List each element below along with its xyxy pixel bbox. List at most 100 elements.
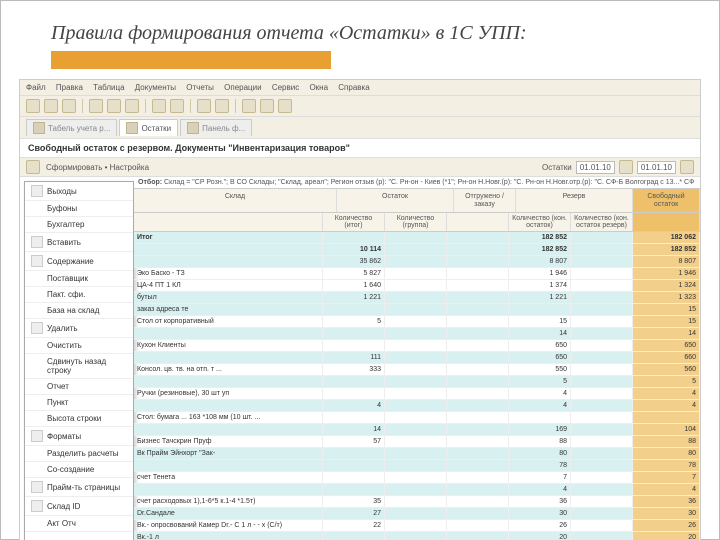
ctx-item[interactable]: Форматы — [25, 427, 133, 446]
zoom-icon[interactable] — [215, 99, 229, 113]
table-row[interactable]: бутыл1 2211 2211 323 — [134, 292, 700, 304]
menubar[interactable]: Файл Правка Таблица Документы Отчеты Опе… — [20, 80, 700, 96]
ctx-item[interactable]: Высота строки — [25, 411, 133, 427]
ctx-item[interactable]: Очистить — [25, 338, 133, 354]
ctx-item-label: Буфоны — [47, 204, 77, 213]
table-row[interactable]: Вк.-1 л2020 — [134, 532, 700, 540]
menu-ops[interactable]: Операции — [224, 83, 261, 92]
calendar-icon[interactable] — [680, 160, 694, 174]
menu-edit[interactable]: Правка — [56, 83, 83, 92]
ctx-item[interactable]: Удалить — [25, 319, 133, 338]
menu-service[interactable]: Сервис — [272, 83, 299, 92]
ctx-item-label: Пункт — [47, 398, 68, 407]
table-row[interactable]: заказ адреса те15 — [134, 304, 700, 316]
ctx-item[interactable]: Со-создание — [25, 462, 133, 478]
table-row[interactable]: Ручки (резиновые), 30 шт уп44 — [134, 388, 700, 400]
tab-icon — [33, 122, 45, 134]
ctx-item-label: Высота строки — [47, 414, 101, 423]
table-row[interactable]: 444 — [134, 400, 700, 412]
grid-rows: Итог182 852182 06210 114182 852182 85235… — [134, 232, 700, 540]
ctx-item[interactable]: Бухгалтер — [25, 217, 133, 233]
tab-1[interactable]: Остатки — [119, 119, 178, 136]
ctx-item[interactable]: Вставить — [25, 233, 133, 252]
menu-help[interactable]: Справка — [338, 83, 369, 92]
table-row[interactable]: Кухон Клиенты650650 — [134, 340, 700, 352]
table-row[interactable]: счет Тенета77 — [134, 472, 700, 484]
new-icon[interactable] — [26, 99, 40, 113]
save-icon[interactable] — [62, 99, 76, 113]
ctx-item[interactable]: Содержание — [25, 252, 133, 271]
ctx-item-label: Поставщик — [47, 274, 88, 283]
table-row[interactable]: 10 114182 852182 852 — [134, 244, 700, 256]
title-accent — [51, 51, 331, 69]
ctx-item[interactable]: База на склад — [25, 303, 133, 319]
table-row[interactable]: Вк.- опросвований Камер Dr.- С 1 л - - х… — [134, 520, 700, 532]
run-icon[interactable] — [26, 160, 40, 174]
paste-icon[interactable] — [125, 99, 139, 113]
report-title: Свободный остаток с резервом. Документы … — [20, 139, 700, 158]
ctx-item-label: Сдвинуть назад строку — [47, 357, 127, 375]
ctx-item[interactable]: Отчет — [25, 379, 133, 395]
ctx-item-label: Содержание — [47, 257, 94, 266]
menu-table[interactable]: Таблица — [93, 83, 124, 92]
cut-icon[interactable] — [89, 99, 103, 113]
ctx-item-icon — [31, 430, 43, 442]
underline-icon[interactable] — [278, 99, 292, 113]
print-icon[interactable] — [197, 99, 211, 113]
italic-icon[interactable] — [260, 99, 274, 113]
ctx-item[interactable]: Прайм-ть страницы — [25, 478, 133, 497]
table-row[interactable]: Консол. цв. тв. на отп. т ...333550560 — [134, 364, 700, 376]
ctx-item[interactable]: Буфоны — [25, 201, 133, 217]
menu-file[interactable]: Файл — [26, 83, 46, 92]
slide-title: Правила формирования отчета «Остатки» в … — [51, 21, 669, 45]
table-row[interactable]: 7878 — [134, 460, 700, 472]
menu-docs[interactable]: Документы — [135, 83, 176, 92]
ctx-item[interactable]: Пункт — [25, 395, 133, 411]
table-row[interactable]: 44 — [134, 484, 700, 496]
table-row[interactable]: счет расходовых 1),1-6*5 к.1-4 *1.5т)353… — [134, 496, 700, 508]
period-label: Остатки — [542, 163, 572, 172]
date-from[interactable]: 01.01.10 — [576, 161, 615, 174]
report-grid: Отбор: Склад = "СР Розн."; В СО Склады; … — [134, 177, 700, 540]
undo-icon[interactable] — [152, 99, 166, 113]
date-to[interactable]: 01.01.10 — [637, 161, 676, 174]
ctx-item-label: Вставить — [47, 238, 81, 247]
table-row[interactable]: 35 8628 8078 807 — [134, 256, 700, 268]
tab-0[interactable]: Табель учета р... — [26, 119, 117, 136]
open-icon[interactable] — [44, 99, 58, 113]
ctx-item-label: Очистить — [47, 341, 82, 350]
table-row[interactable]: 111650660 — [134, 352, 700, 364]
ctx-item[interactable]: Выходы — [25, 182, 133, 201]
ctx-item[interactable]: Сдвинуть назад строку — [25, 354, 133, 379]
table-row[interactable]: Вк Прайм Эйнхорт "Зак-8080 — [134, 448, 700, 460]
ctx-item-icon — [31, 255, 43, 267]
redo-icon[interactable] — [170, 99, 184, 113]
ctx-item-icon — [31, 185, 43, 197]
ctx-item-label: Выходы — [47, 187, 77, 196]
table-row[interactable]: Стол от корпоративный51515 — [134, 316, 700, 328]
table-row[interactable]: 14169104 — [134, 424, 700, 436]
ctx-item[interactable]: Поставщик — [25, 271, 133, 287]
ctx-item[interactable]: Разделить расчеты — [25, 446, 133, 462]
ctx-item[interactable]: Акт Отч — [25, 516, 133, 532]
table-row[interactable]: ЦА-4 ПТ 1 КЛ1 6401 3741 324 — [134, 280, 700, 292]
ctx-item[interactable]: Склад ID — [25, 497, 133, 516]
calendar-icon[interactable] — [619, 160, 633, 174]
bold-icon[interactable] — [242, 99, 256, 113]
ctx-item-label: Прайм-ть страницы — [47, 483, 120, 492]
tab-icon — [187, 122, 199, 134]
ctx-item[interactable]: Пакт. сфи. — [25, 287, 133, 303]
table-row[interactable]: Dr.Сандале273030 — [134, 508, 700, 520]
table-row[interactable]: Бизнес Тачскрин Пруф578888 — [134, 436, 700, 448]
table-row[interactable]: Эко Баско - ТЗ5 8271 9461 946 — [134, 268, 700, 280]
table-row[interactable]: 55 — [134, 376, 700, 388]
copy-icon[interactable] — [107, 99, 121, 113]
table-row[interactable]: 1414 — [134, 328, 700, 340]
app-window: Файл Правка Таблица Документы Отчеты Опе… — [19, 79, 701, 540]
table-row[interactable]: Итог182 852182 062 — [134, 232, 700, 244]
subbar-left[interactable]: Сформировать • Настройка — [46, 163, 149, 172]
menu-reports[interactable]: Отчеты — [186, 83, 214, 92]
menu-windows[interactable]: Окна — [309, 83, 328, 92]
tab-2[interactable]: Панель ф... — [180, 119, 252, 136]
table-row[interactable]: Стол: бумага ... 163 *108 мм (10 шт. ... — [134, 412, 700, 424]
